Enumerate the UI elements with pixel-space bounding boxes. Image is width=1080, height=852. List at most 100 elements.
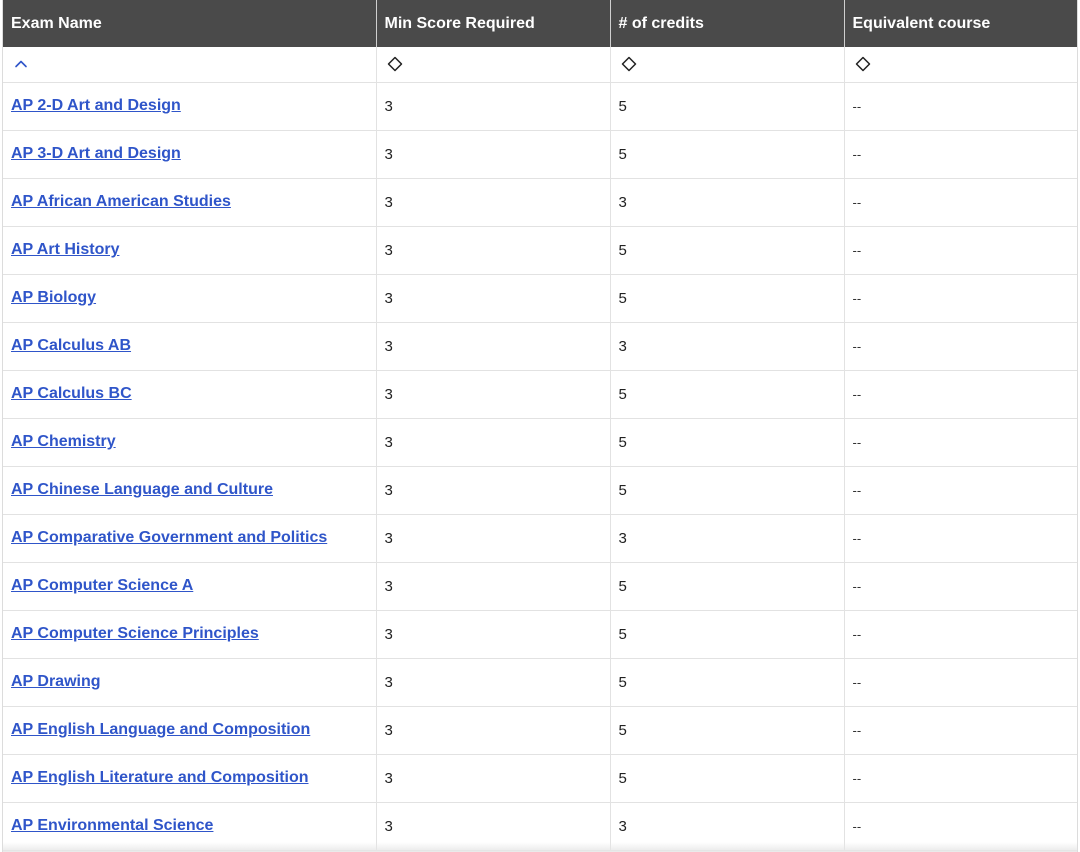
equivalent-course-cell: -- bbox=[844, 178, 1077, 227]
min-score-cell: 3 bbox=[376, 130, 611, 179]
table-row: AP Chinese Language and Culture 3 5 -- bbox=[3, 466, 1077, 515]
table-row: AP Comparative Government and Politics 3 3… bbox=[3, 514, 1077, 563]
exam-name-cell: AP African American Studies bbox=[3, 178, 377, 227]
min-score-cell: 3 bbox=[376, 178, 611, 227]
equivalent-course-value: -- bbox=[852, 338, 862, 354]
exam-link[interactable]: AP Biology bbox=[11, 289, 96, 306]
sort-diamond-icon[interactable] bbox=[619, 54, 639, 74]
sort-diamond-icon[interactable] bbox=[853, 54, 873, 74]
exam-link[interactable]: AP 3-D Art and Design bbox=[11, 145, 181, 162]
table-row: AP African American Studies 3 3 -- bbox=[3, 178, 1077, 227]
exam-name-cell: AP Environmental Science bbox=[3, 802, 377, 851]
sort-diamond-icon[interactable] bbox=[385, 54, 405, 74]
credits-cell: 5 bbox=[610, 706, 845, 755]
exam-name-cell: AP Comparative Government and Politics bbox=[3, 514, 377, 563]
sort-cell-equivalent-course bbox=[844, 47, 1077, 83]
exam-link[interactable]: AP Chinese Language and Culture bbox=[11, 481, 273, 498]
table-row: AP 3-D Art and Design 3 5 -- bbox=[3, 130, 1077, 179]
exam-credit-table: Exam Name Min Score Required # of credit… bbox=[3, 0, 1077, 851]
min-score-cell: 3 bbox=[376, 466, 611, 515]
credits-cell: 5 bbox=[610, 658, 845, 707]
table-header-row: Exam Name Min Score Required # of credit… bbox=[3, 0, 1077, 47]
exam-link[interactable]: AP English Language and Composition bbox=[11, 721, 310, 738]
equivalent-course-cell: -- bbox=[844, 418, 1077, 467]
table-row: AP Calculus BC 3 5 -- bbox=[3, 370, 1077, 419]
exam-link[interactable]: AP Calculus AB bbox=[11, 337, 131, 354]
header-equivalent-course[interactable]: Equivalent course bbox=[844, 0, 1077, 47]
exam-link[interactable]: AP Environmental Science bbox=[11, 817, 213, 834]
exam-name-cell: AP Chinese Language and Culture bbox=[3, 466, 377, 515]
exam-name-cell: AP Biology bbox=[3, 274, 377, 323]
exam-link[interactable]: AP 2-D Art and Design bbox=[11, 97, 181, 114]
min-score-cell: 3 bbox=[376, 322, 611, 371]
exam-name-cell: AP 2-D Art and Design bbox=[3, 82, 377, 131]
min-score-cell: 3 bbox=[376, 658, 611, 707]
exam-link[interactable]: AP Art History bbox=[11, 241, 119, 258]
exam-name-cell: AP English Literature and Composition bbox=[3, 754, 377, 803]
sort-cell-credits bbox=[610, 47, 845, 83]
min-score-cell: 3 bbox=[376, 610, 611, 659]
exam-name-cell: AP Computer Science A bbox=[3, 562, 377, 611]
equivalent-course-value: -- bbox=[852, 674, 862, 690]
table-row: AP Calculus AB 3 3 -- bbox=[3, 322, 1077, 371]
equivalent-course-cell: -- bbox=[844, 370, 1077, 419]
min-score-cell: 3 bbox=[376, 226, 611, 275]
exam-link[interactable]: AP Calculus BC bbox=[11, 385, 132, 402]
credits-cell: 5 bbox=[610, 130, 845, 179]
equivalent-course-cell: -- bbox=[844, 466, 1077, 515]
equivalent-course-value: -- bbox=[852, 530, 862, 546]
exam-name-cell: AP Chemistry bbox=[3, 418, 377, 467]
equivalent-course-value: -- bbox=[852, 482, 862, 498]
equivalent-course-value: -- bbox=[852, 722, 862, 738]
exam-link[interactable]: AP English Literature and Composition bbox=[11, 769, 309, 786]
credits-cell: 5 bbox=[610, 466, 845, 515]
exam-name-cell: AP Art History bbox=[3, 226, 377, 275]
table-row: AP Drawing 3 5 -- bbox=[3, 658, 1077, 707]
credits-cell: 3 bbox=[610, 514, 845, 563]
equivalent-course-cell: -- bbox=[844, 562, 1077, 611]
table-row: AP Computer Science Principles 3 5 -- bbox=[3, 610, 1077, 659]
sort-controls-row bbox=[3, 47, 1077, 83]
min-score-cell: 3 bbox=[376, 706, 611, 755]
exam-link[interactable]: AP Comparative Government and Politics bbox=[11, 529, 327, 546]
header-min-score[interactable]: Min Score Required bbox=[376, 0, 611, 47]
table-row: AP English Literature and Composition 3 5-… bbox=[3, 754, 1077, 803]
equivalent-course-value: -- bbox=[852, 242, 862, 258]
equivalent-course-cell: -- bbox=[844, 514, 1077, 563]
table-row: AP English Language and Composition 3 5 -- bbox=[3, 706, 1077, 755]
exam-name-cell: AP 3-D Art and Design bbox=[3, 130, 377, 179]
equivalent-course-cell: -- bbox=[844, 82, 1077, 131]
header-exam-name[interactable]: Exam Name bbox=[3, 0, 377, 47]
table-row: AP Computer Science A 3 5 -- bbox=[3, 562, 1077, 611]
table-row: AP Environmental Science 3 3 -- bbox=[3, 802, 1077, 851]
table-row: AP 2-D Art and Design 3 5 -- bbox=[3, 82, 1077, 131]
exam-link[interactable]: AP Computer Science A bbox=[11, 577, 193, 594]
credits-cell: 3 bbox=[610, 322, 845, 371]
sort-cell-min-score bbox=[376, 47, 611, 83]
credits-cell: 5 bbox=[610, 562, 845, 611]
credits-cell: 3 bbox=[610, 178, 845, 227]
credits-cell: 5 bbox=[610, 754, 845, 803]
equivalent-course-value: -- bbox=[852, 98, 862, 114]
exam-link[interactable]: AP African American Studies bbox=[11, 193, 231, 210]
equivalent-course-value: -- bbox=[852, 434, 862, 450]
equivalent-course-value: -- bbox=[852, 626, 862, 642]
chevron-up-icon[interactable] bbox=[11, 54, 31, 74]
min-score-cell: 3 bbox=[376, 802, 611, 851]
credits-cell: 5 bbox=[610, 82, 845, 131]
exam-link[interactable]: AP Drawing bbox=[11, 673, 101, 690]
exam-link[interactable]: AP Chemistry bbox=[11, 433, 116, 450]
exam-link[interactable]: AP Computer Science Principles bbox=[11, 625, 259, 642]
equivalent-course-cell: -- bbox=[844, 802, 1077, 851]
min-score-cell: 3 bbox=[376, 418, 611, 467]
exam-credit-table-container: Exam Name Min Score Required # of credit… bbox=[2, 0, 1078, 852]
equivalent-course-value: -- bbox=[852, 386, 862, 402]
table-body: AP 2-D Art and Design 3 5 -- AP 3-D Art and … bbox=[3, 82, 1077, 851]
credits-cell: 5 bbox=[610, 370, 845, 419]
min-score-cell: 3 bbox=[376, 274, 611, 323]
min-score-cell: 3 bbox=[376, 82, 611, 131]
exam-name-cell: AP Drawing bbox=[3, 658, 377, 707]
equivalent-course-value: -- bbox=[852, 146, 862, 162]
header-credits[interactable]: # of credits bbox=[610, 0, 845, 47]
exam-name-cell: AP Calculus AB bbox=[3, 322, 377, 371]
